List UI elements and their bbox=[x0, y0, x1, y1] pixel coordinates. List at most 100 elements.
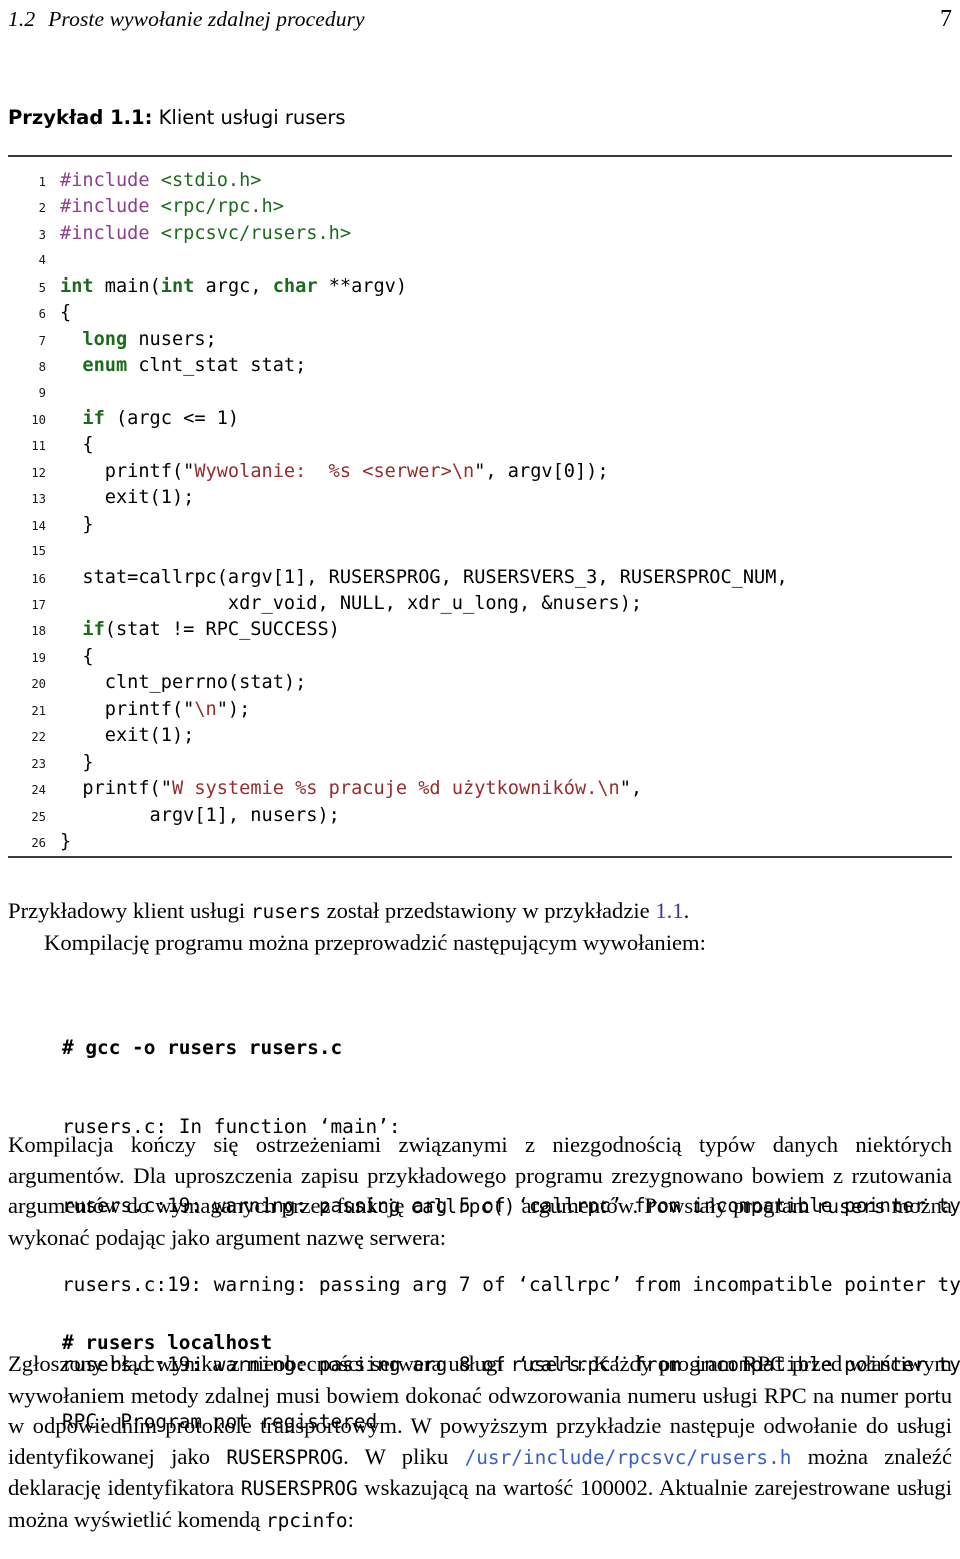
code-line-text: printf("\n"); bbox=[60, 697, 251, 723]
code-token: clnt_perrno(stat); bbox=[60, 672, 307, 694]
code-line-text: { bbox=[60, 300, 71, 326]
code-token: <stdio.h> bbox=[160, 170, 262, 191]
code-line-text: clnt_perrno(stat); bbox=[60, 670, 307, 696]
code-token: printf(" bbox=[60, 698, 195, 720]
cross-reference-link[interactable]: 1.1 bbox=[655, 898, 683, 923]
running-header-title: 1.2 Proste wywołanie zdalnej procedury bbox=[8, 7, 365, 32]
code-line: 2 #include <rpc/rpc.h> bbox=[8, 194, 952, 220]
code-line-number: 15 bbox=[31, 544, 46, 559]
inline-code-rusers: rusers bbox=[815, 1195, 886, 1218]
code-line: 13 exit(1); bbox=[8, 485, 952, 511]
code-line-text: exit(1); bbox=[60, 485, 195, 511]
code-line-number: 20 bbox=[31, 677, 46, 692]
code-token: exit(1); bbox=[60, 725, 195, 747]
listing-bottom-rule bbox=[8, 856, 952, 858]
code-token: if bbox=[82, 407, 105, 429]
code-line: 25 argv[1], nusers); bbox=[8, 803, 952, 829]
page-number: 7 bbox=[940, 6, 952, 32]
code-line: 7 long nusers; bbox=[8, 327, 952, 353]
code-line-text: if (argc <= 1) bbox=[60, 406, 239, 432]
code-token: } bbox=[60, 830, 72, 852]
code-line: 10 if (argc <= 1) bbox=[8, 406, 952, 432]
code-line: 20 clnt_perrno(stat); bbox=[8, 670, 952, 696]
inline-code-rusersprog: RUSERSPROG bbox=[226, 1445, 344, 1469]
code-line-text: #include <rpc/rpc.h> bbox=[60, 194, 284, 220]
terminal-command-gcc: # gcc -o rusers rusers.c bbox=[62, 1035, 343, 1059]
code-line: 6{ bbox=[8, 300, 952, 326]
code-token: { bbox=[60, 645, 94, 667]
running-header: 1.2 Proste wywołanie zdalnej procedury 7 bbox=[8, 6, 952, 38]
listing-caption-text: Klient usługi rusers bbox=[158, 106, 346, 129]
code-line-text: } bbox=[60, 512, 94, 538]
code-line: 21 printf("\n"); bbox=[8, 697, 952, 723]
code-line: 12 printf("Wywolanie: %s <serwer>\n", ar… bbox=[8, 459, 952, 485]
code-token: stat=callrpc(argv[1], RUSERSPROG, RUSERS… bbox=[60, 566, 788, 588]
code-line: 24 printf("W systemie %s pracuje %d użyt… bbox=[8, 776, 952, 802]
code-line: 9 bbox=[8, 380, 952, 406]
paragraph-rpc-explanation: Zgłoszony błąd wynika z nieobecności ser… bbox=[8, 1351, 952, 1532]
running-header-section-number: 1.2 bbox=[8, 7, 36, 31]
code-line-text: { bbox=[60, 644, 94, 670]
code-line-number: 18 bbox=[31, 624, 46, 639]
code-token: char bbox=[272, 275, 318, 297]
code-token: (argc <= 1) bbox=[104, 407, 240, 429]
code-line-number: 25 bbox=[31, 809, 46, 824]
code-line-number: 11 bbox=[31, 439, 46, 454]
code-line-number: 6 bbox=[38, 307, 46, 322]
code-token: } bbox=[60, 751, 94, 773]
code-line-text: printf("W systemie %s pracuje %d użytkow… bbox=[60, 776, 642, 802]
code-line-number: 5 bbox=[38, 280, 46, 295]
code-token: xdr_void, NULL, xdr_u_long, &nusers); bbox=[60, 593, 643, 614]
paragraph-intro-line2: Kompilację programu można przeprowadzić … bbox=[44, 929, 706, 955]
code-line-number: 17 bbox=[31, 598, 46, 612]
code-line-text: { bbox=[60, 432, 94, 458]
code-line: 14 } bbox=[8, 512, 952, 538]
code-token: #include bbox=[60, 222, 161, 244]
code-token: nusers; bbox=[127, 328, 217, 350]
code-listing: 1 #include <stdio.h> 2 #include <rpc/rpc.h>… bbox=[8, 168, 952, 855]
code-token: (stat != RPC_SUCCESS) bbox=[104, 619, 340, 641]
code-line-text: } bbox=[60, 750, 94, 776]
code-line: 19 { bbox=[8, 644, 952, 670]
listing-caption-label: Przykład 1.1: bbox=[8, 106, 153, 129]
code-line-text: long nusers; bbox=[60, 327, 217, 353]
code-line: 8 enum clnt_stat stat; bbox=[8, 353, 952, 379]
code-line: 23 } bbox=[8, 750, 952, 776]
code-token: argv[1], nusers); bbox=[60, 804, 340, 826]
code-line: 5 int main(int argc, char **argv) bbox=[8, 274, 952, 300]
code-line: 4 bbox=[8, 247, 952, 273]
code-line-number: 16 bbox=[31, 571, 46, 586]
code-token: argc, bbox=[194, 275, 273, 297]
code-line: 11 { bbox=[8, 432, 952, 458]
code-token: long bbox=[82, 328, 128, 350]
code-line-text: int main(int argc, char **argv) bbox=[60, 274, 407, 300]
code-token: { bbox=[60, 434, 94, 456]
code-line-text: exit(1); bbox=[60, 723, 195, 749]
code-line-text: argv[1], nusers); bbox=[60, 803, 340, 829]
code-line-number: 12 bbox=[31, 465, 46, 480]
code-token: #include bbox=[60, 170, 161, 191]
code-line-number: 21 bbox=[31, 703, 46, 718]
code-line-number: 8 bbox=[38, 360, 46, 375]
code-token: if bbox=[82, 619, 105, 641]
file-path-link[interactable]: /usr/include/rpcsvc/rusers.h bbox=[465, 1446, 792, 1469]
inline-code-rusersprog: RUSERSPROG bbox=[240, 1477, 358, 1500]
running-header-section-title: Proste wywołanie zdalnej procedury bbox=[48, 7, 365, 31]
inline-code-rusers: rusers bbox=[250, 900, 321, 923]
code-token: **argv) bbox=[317, 275, 408, 297]
listing-top-rule bbox=[8, 155, 952, 157]
code-line-number: 7 bbox=[38, 333, 46, 348]
code-token: } bbox=[60, 513, 94, 535]
code-line-number: 24 bbox=[31, 783, 46, 798]
code-line-number: 10 bbox=[31, 412, 46, 427]
code-token: { bbox=[60, 302, 72, 324]
code-line: 1 #include <stdio.h> bbox=[8, 168, 952, 194]
code-line-text: stat=callrpc(argv[1], RUSERSPROG, RUSERS… bbox=[60, 565, 788, 591]
code-token: "); bbox=[216, 698, 251, 720]
code-token: #include bbox=[60, 196, 161, 218]
code-token: <rpcsvc/rusers.h> bbox=[160, 222, 352, 244]
document-page: 1.2 Proste wywołanie zdalnej procedury 7 … bbox=[0, 0, 960, 1559]
